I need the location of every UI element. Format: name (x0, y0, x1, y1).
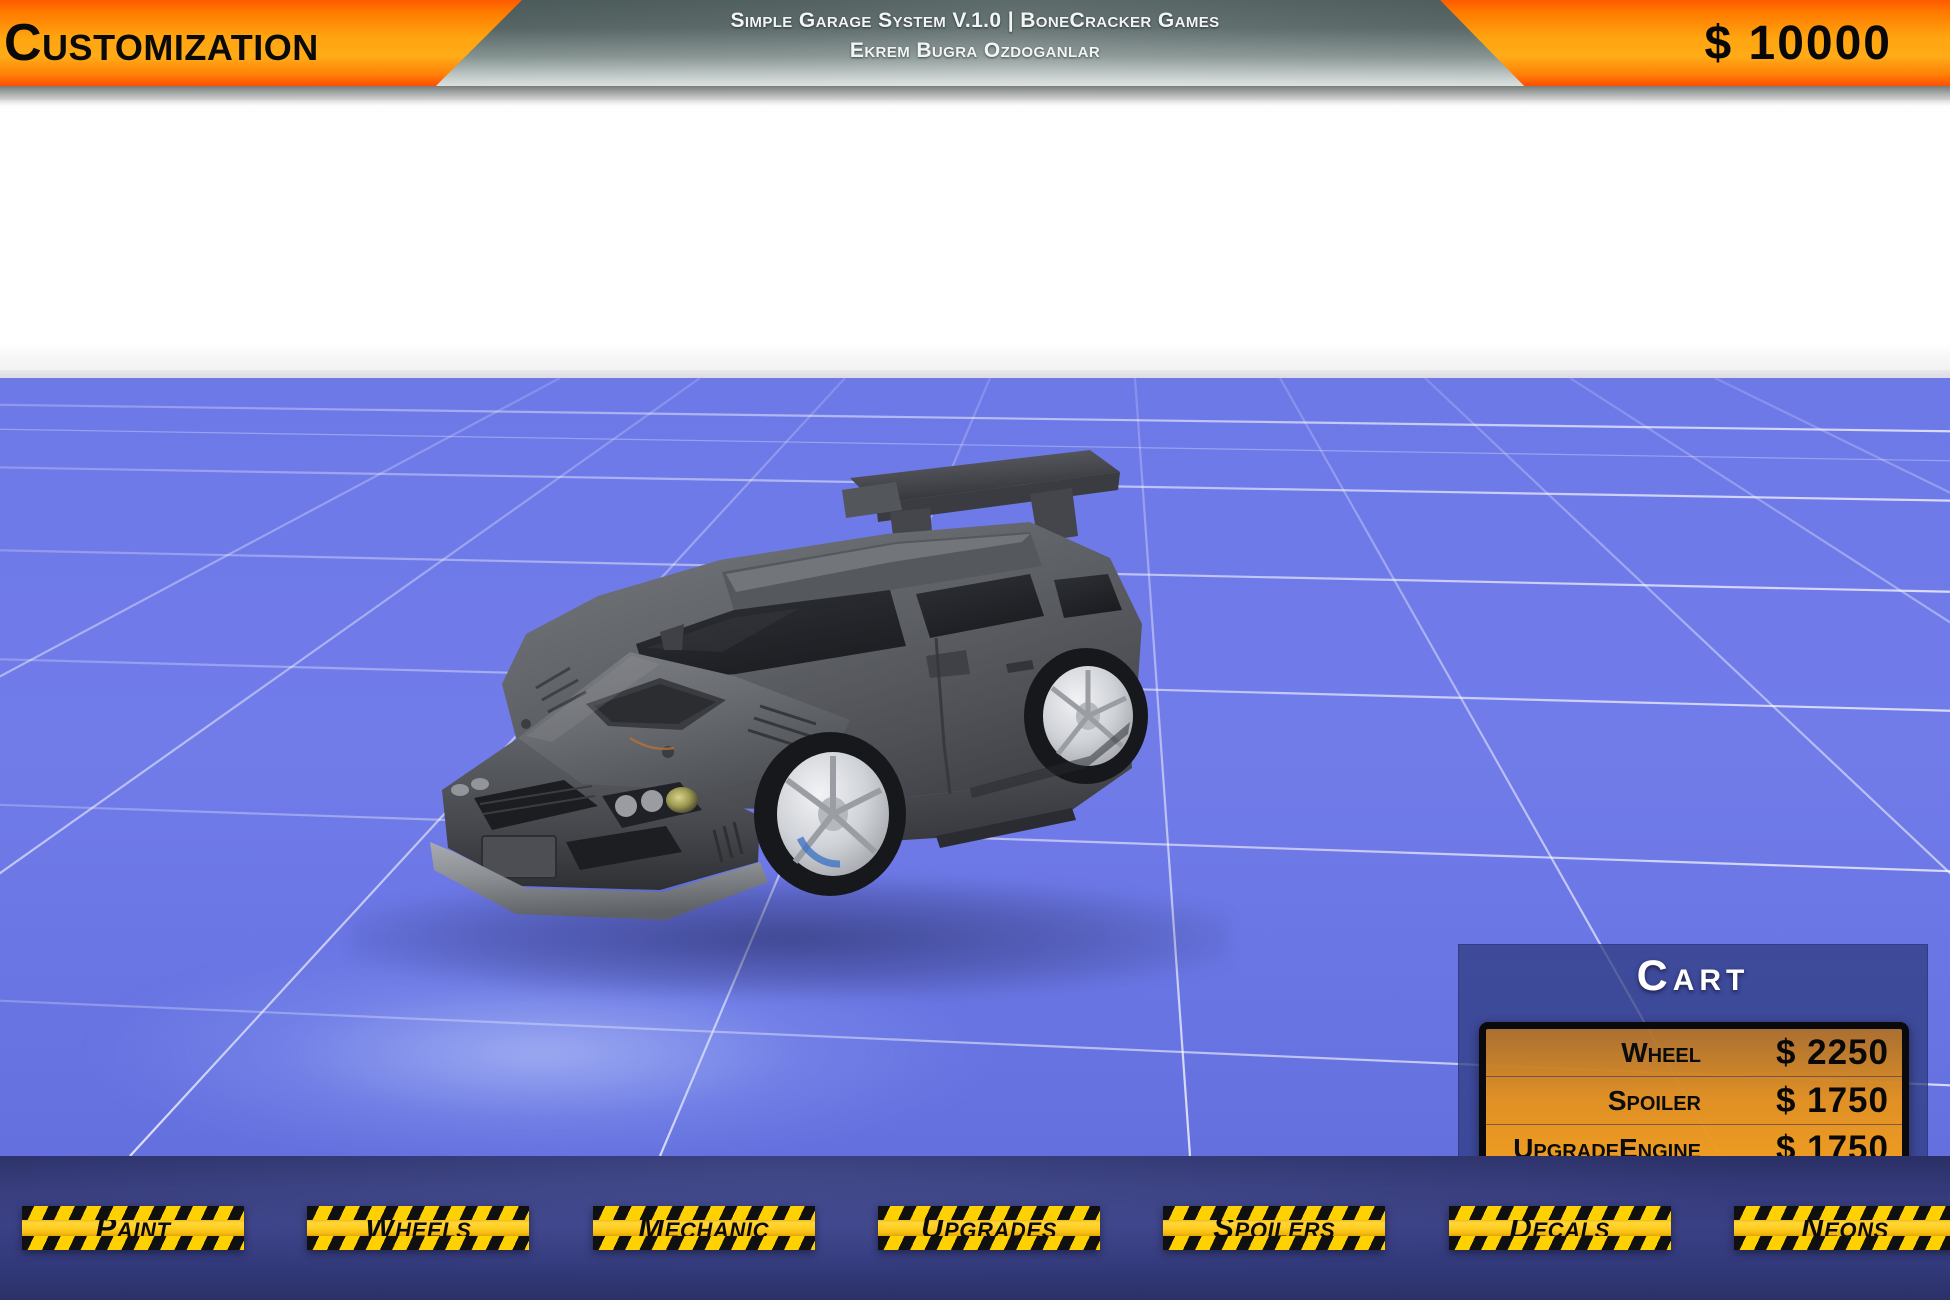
car-viewport[interactable]: <-- Back Cart Wheel $ 2250 Spoiler $ 175… (0, 378, 1950, 1156)
cart-item-name: Wheel (1621, 1036, 1701, 1068)
nav-button-spoilers[interactable]: Spoilers (1163, 1206, 1386, 1250)
table-row[interactable]: UpgradeEngine $ 1750 (1486, 1125, 1902, 1157)
game-screen: <-- Back Cart Wheel $ 2250 Spoiler $ 175… (0, 0, 1950, 1300)
money-amount: $ 10000 (1704, 16, 1892, 70)
car-model[interactable] (330, 438, 1210, 978)
nav-button-neons[interactable]: Neons (1733, 1206, 1950, 1250)
cart-item-name: UpgradeEngine (1513, 1132, 1701, 1157)
bottom-navbar: Paint Wheels Mechanic Upgrades Spoilers … (0, 1156, 1950, 1300)
nav-button-row: Paint Wheels Mechanic Upgrades Spoilers … (0, 1182, 1950, 1274)
title-banner: Customization (0, 0, 522, 86)
money-banner: $ 10000 (1440, 0, 1950, 86)
cart-item-price: $ 2250 (1775, 1032, 1889, 1072)
table-row[interactable]: Spoiler $ 1750 (1486, 1077, 1902, 1125)
headlight (666, 787, 698, 813)
cart-item-price: $ 1750 (1775, 1080, 1889, 1120)
table-row[interactable]: Wheel $ 2250 (1486, 1029, 1902, 1077)
top-header: Simple Garage System V.1.0 | BoneCracker… (0, 0, 1950, 106)
front-wheel (754, 732, 906, 896)
cart-item-name: Spoiler (1607, 1084, 1701, 1116)
options-panel (0, 100, 1950, 376)
nav-button-paint[interactable]: Paint (22, 1206, 244, 1250)
nav-button-decals[interactable]: Decals (1448, 1206, 1671, 1250)
page-title: Customization (4, 14, 319, 72)
cart-title: Cart (1636, 952, 1750, 1000)
nav-button-wheels[interactable]: Wheels (307, 1206, 530, 1250)
panel-divider (0, 370, 1950, 378)
header-shadow (0, 86, 1950, 106)
cart-items-table: Wheel $ 2250 Spoiler $ 1750 UpgradeEngin… (1479, 1022, 1909, 1156)
cart-panel: Cart Wheel $ 2250 Spoiler $ 1750 Upgrade… (1458, 944, 1928, 1156)
cart-item-price: $ 1750 (1775, 1128, 1889, 1157)
nav-button-upgrades[interactable]: Upgrades (877, 1206, 1100, 1250)
nav-button-mechanic[interactable]: Mechanic (592, 1206, 815, 1250)
